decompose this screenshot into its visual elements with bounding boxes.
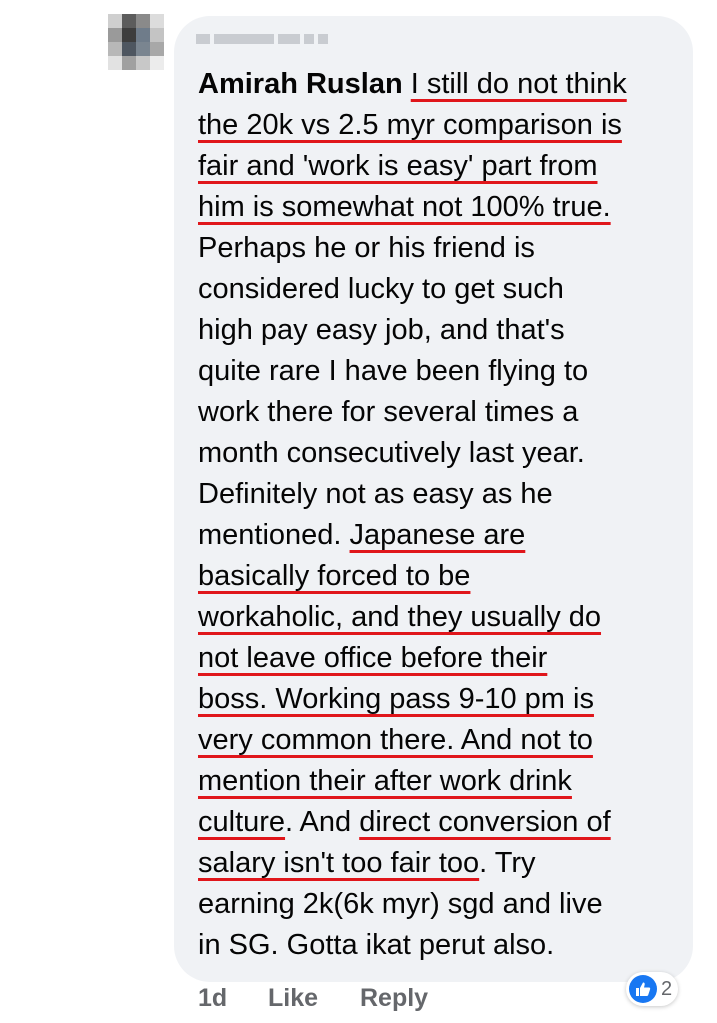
reaction-count: 2 — [661, 977, 673, 1000]
thumbs-up-icon — [629, 975, 657, 1003]
avatar-pixel — [108, 42, 122, 56]
comment-line: basically forced to be — [198, 556, 678, 597]
comment-text-segment: . Try — [479, 847, 536, 879]
underlined-text: Japanese are — [349, 519, 526, 551]
underlined-text: not leave office before their — [198, 642, 548, 674]
avatar-pixel — [136, 42, 150, 56]
comment-line: earning 2k(6k myr) sgd and live — [198, 884, 678, 925]
comment-line: month consecutively last year. — [198, 433, 678, 474]
comment-text-segment: quite rare I have been flying to — [198, 355, 589, 387]
underlined-text: basically forced to be — [198, 560, 471, 592]
avatar-pixel — [150, 14, 164, 28]
comment-line: salary isn't too fair too. Try — [198, 843, 678, 884]
avatar-pixel — [150, 28, 164, 42]
comment-text-segment: month consecutively last year. — [198, 437, 585, 469]
comment-text-segment: considered lucky to get such — [198, 273, 564, 305]
reaction-summary[interactable]: 2 — [626, 972, 679, 1006]
comment-line: workaholic, and they usually do — [198, 597, 678, 638]
underlined-text: fair and 'work is easy' part from — [198, 150, 598, 182]
timestamp-link[interactable]: 1d — [198, 984, 268, 1013]
like-button[interactable]: Like — [268, 984, 360, 1013]
avatar[interactable] — [108, 14, 164, 70]
comment-text-segment: Definitely not as easy as he — [198, 478, 553, 510]
comment-line: Perhaps he or his friend is — [198, 228, 678, 269]
comment-line: him is somewhat not 100% true. — [198, 187, 678, 228]
comment-line: in SG. Gotta ikat perut also. — [198, 925, 678, 966]
underlined-text: culture — [198, 806, 286, 838]
avatar-pixel — [122, 28, 136, 42]
avatar-pixel — [122, 42, 136, 56]
underlined-text: him is somewhat not 100% true. — [198, 191, 611, 223]
avatar-pixel — [136, 14, 150, 28]
avatar-pixel — [136, 28, 150, 42]
avatar-pixel — [108, 28, 122, 42]
author-name[interactable]: Amirah Ruslan — [198, 68, 403, 100]
underlined-text: very common there. And not to — [198, 724, 593, 756]
comment-line: not leave office before their — [198, 638, 678, 679]
comment-line: high pay easy job, and that's — [198, 310, 678, 351]
comment-line: fair and 'work is easy' part from — [198, 146, 678, 187]
reply-button[interactable]: Reply — [360, 984, 450, 1013]
comment-text: Amirah Ruslan I still do not think the 20… — [198, 64, 678, 966]
underlined-text: salary isn't too fair too — [198, 847, 480, 879]
comment-text-segment: work there for several times a — [198, 396, 579, 428]
comment-line: mentioned. Japanese are — [198, 515, 678, 556]
comment-text-segment: in SG. Gotta ikat perut also. — [198, 929, 555, 961]
underlined-text: direct conversion of — [359, 806, 611, 838]
comment: Amirah Ruslan I still do not think the 20… — [0, 0, 717, 1023]
underlined-text: boss. Working pass 9-10 pm is — [198, 683, 594, 715]
comment-text-segment: mentioned. — [198, 519, 350, 551]
avatar-pixel — [122, 56, 136, 70]
avatar-pixel — [150, 56, 164, 70]
redacted-meta — [196, 34, 328, 44]
underlined-text: mention their after work drink — [198, 765, 572, 797]
comment-line: mention their after work drink — [198, 761, 678, 802]
avatar-pixel — [108, 14, 122, 28]
avatar-pixel — [136, 56, 150, 70]
avatar-pixel — [150, 42, 164, 56]
underlined-text: workaholic, and they usually do — [198, 601, 602, 633]
comment-line: Amirah Ruslan I still do not think — [198, 64, 678, 105]
comment-text-segment: Perhaps he or his friend is — [198, 232, 535, 264]
underlined-text: the 20k vs 2.5 myr comparison is — [198, 109, 622, 141]
comment-line: very common there. And not to — [198, 720, 678, 761]
comment-text-segment — [403, 68, 411, 100]
comment-line: culture. And direct conversion of — [198, 802, 678, 843]
comment-text-segment: high pay easy job, and that's — [198, 314, 565, 346]
comment-line: boss. Working pass 9-10 pm is — [198, 679, 678, 720]
comment-actions: 1d Like Reply — [198, 984, 450, 1013]
comment-line: the 20k vs 2.5 myr comparison is — [198, 105, 678, 146]
comment-line: quite rare I have been flying to — [198, 351, 678, 392]
comment-line: work there for several times a — [198, 392, 678, 433]
avatar-pixel — [122, 14, 136, 28]
comment-text-segment: earning 2k(6k myr) sgd and live — [198, 888, 603, 920]
comment-line: Definitely not as easy as he — [198, 474, 678, 515]
comment-line: considered lucky to get such — [198, 269, 678, 310]
avatar-pixel — [108, 56, 122, 70]
underlined-text: I still do not think — [410, 68, 627, 100]
comment-text-segment: . And — [285, 806, 360, 838]
